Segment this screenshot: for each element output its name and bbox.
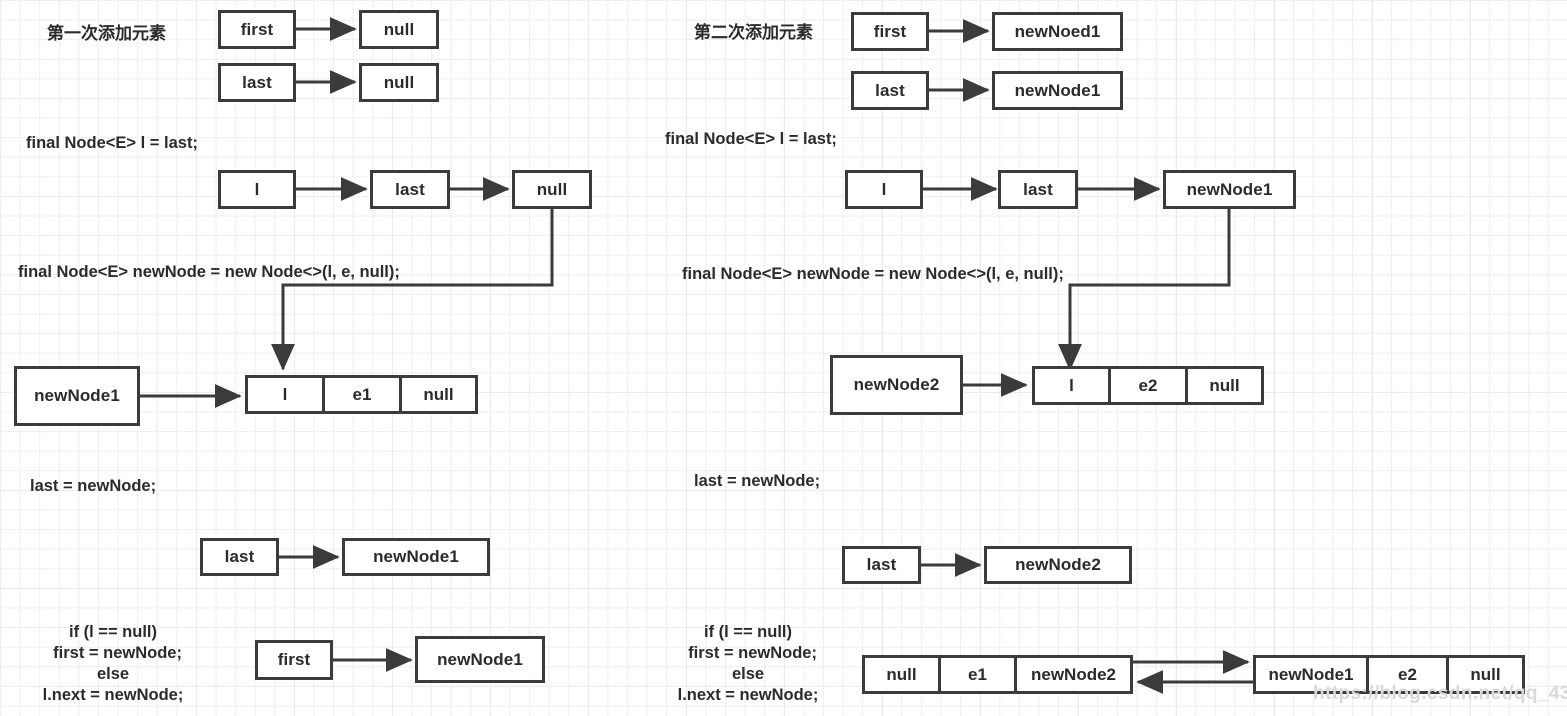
code-left-step2: final Node<E> l = last; <box>26 134 198 152</box>
box-right-last-3[interactable]: last <box>842 546 921 584</box>
node-cell-next: null <box>402 378 475 411</box>
node-cell-item: e2 <box>1369 658 1449 691</box>
code-line-1: if (l == null) <box>703 623 792 641</box>
box-right-last-target[interactable]: newNode1 <box>992 71 1123 110</box>
node-cell-prev: l <box>1035 369 1111 402</box>
node-chain-right-bottom-left[interactable]: null e1 newNode2 <box>862 655 1133 694</box>
box-left-last-2[interactable]: last <box>370 170 450 209</box>
diagram-canvas: 第一次添加元素 第二次添加元素 first null last null fin… <box>0 0 1567 716</box>
box-right-last-2[interactable]: last <box>998 170 1078 209</box>
code-line-3: else <box>731 665 765 683</box>
code-right-step5: if (l == null) first = newNode; else l.n… <box>658 622 838 706</box>
node-chain-right[interactable]: l e2 null <box>1032 366 1264 405</box>
heading-right: 第二次添加元素 <box>694 23 813 42</box>
code-line-1: if (l == null) <box>68 623 157 641</box>
node-cell-next: newNode2 <box>1017 658 1130 691</box>
box-left-newnode1[interactable]: newNode1 <box>14 366 140 426</box>
node-cell-prev: newNode1 <box>1256 658 1369 691</box>
code-line-2: first = newNode; <box>44 644 182 662</box>
code-line-3: else <box>96 665 130 683</box>
box-left-null-2[interactable]: null <box>512 170 592 209</box>
box-left-last-3[interactable]: last <box>200 538 279 576</box>
heading-left: 第一次添加元素 <box>47 24 166 43</box>
box-right-first-target[interactable]: newNoed1 <box>992 12 1123 51</box>
arrow-left-null-to-node <box>271 208 554 371</box>
node-chain-right-bottom-right[interactable]: newNode1 e2 null <box>1253 655 1525 694</box>
box-right-newnode1-2[interactable]: newNode1 <box>1163 170 1296 209</box>
box-left-last-target[interactable]: null <box>359 63 439 102</box>
code-right-step4: last = newNode; <box>694 472 821 490</box>
code-left-step4: last = newNode; <box>30 477 157 495</box>
arrow-layer <box>140 17 1253 694</box>
code-left-step3: final Node<E> newNode = new Node<>(l, e,… <box>18 263 400 281</box>
box-left-last-target-3[interactable]: newNode1 <box>342 538 490 576</box>
node-cell-item: e1 <box>941 658 1017 691</box>
code-right-step3: final Node<E> newNode = new Node<>(l, e,… <box>682 265 1064 283</box>
node-chain-left[interactable]: l e1 null <box>245 375 478 414</box>
node-cell-next: null <box>1188 369 1261 402</box>
node-cell-item: e1 <box>325 378 402 411</box>
code-line-2: first = newNode; <box>679 644 817 662</box>
box-right-first[interactable]: first <box>851 12 929 51</box>
box-left-first-target[interactable]: null <box>359 10 439 49</box>
code-line-4: l.next = newNode; <box>677 686 819 704</box>
node-cell-item: e2 <box>1111 369 1188 402</box>
code-left-step5: if (l == null) first = newNode; else l.n… <box>23 622 203 706</box>
box-right-l[interactable]: l <box>845 170 923 209</box>
box-right-last[interactable]: last <box>851 71 929 110</box>
box-left-last[interactable]: last <box>218 63 296 102</box>
node-cell-prev: l <box>248 378 325 411</box>
box-left-first-target-3[interactable]: newNode1 <box>415 636 545 683</box>
code-line-4: l.next = newNode; <box>42 686 184 704</box>
box-right-newnode2[interactable]: newNode2 <box>830 355 963 415</box>
box-left-l[interactable]: l <box>218 170 296 209</box>
box-left-first[interactable]: first <box>218 10 296 49</box>
arrow-right-newnode1-to-node <box>1058 208 1231 371</box>
node-cell-prev: null <box>865 658 941 691</box>
node-cell-next: null <box>1449 658 1522 691</box>
box-left-first-3[interactable]: first <box>255 640 333 680</box>
code-right-step2: final Node<E> l = last; <box>665 130 837 148</box>
box-right-last-target-3[interactable]: newNode2 <box>984 546 1132 584</box>
